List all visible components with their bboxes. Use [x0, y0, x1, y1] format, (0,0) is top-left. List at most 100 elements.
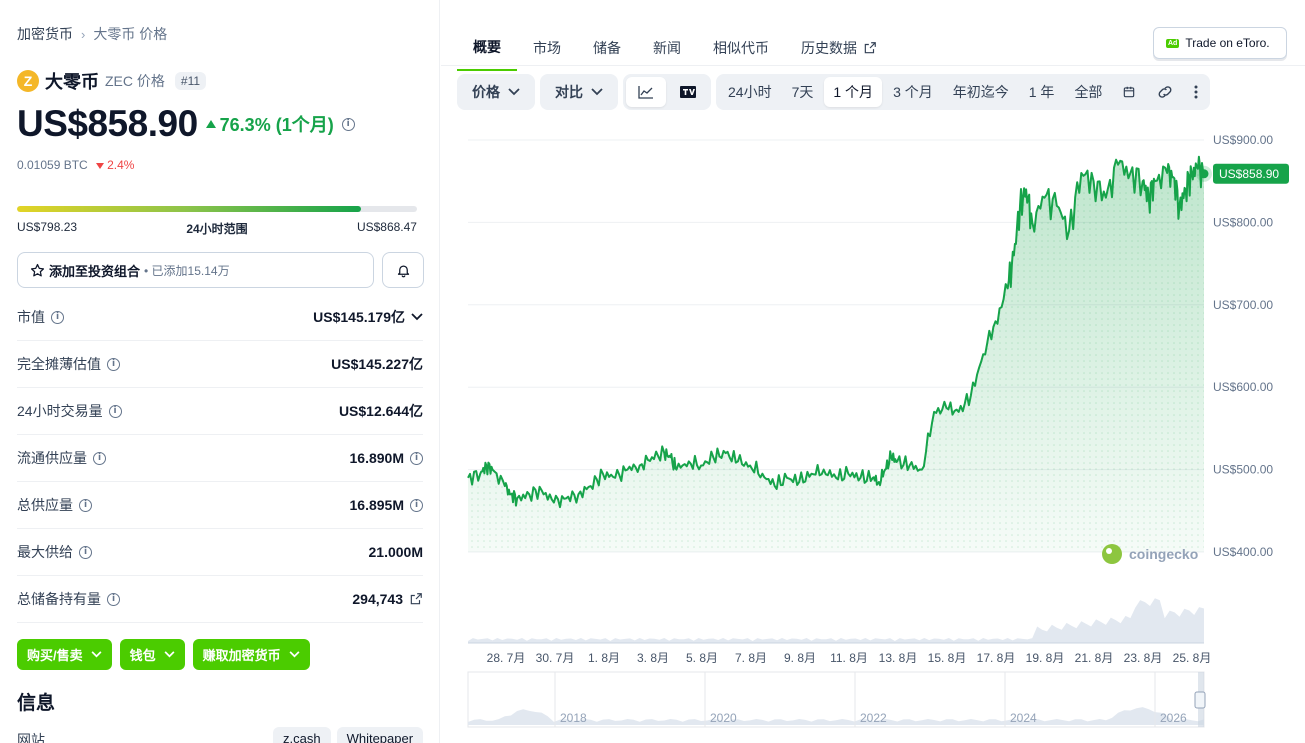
stat-label: 24小时交易量 [17, 403, 103, 419]
breadcrumb-root[interactable]: 加密货币 [17, 24, 73, 44]
info-icon[interactable]: i [107, 592, 120, 606]
range-low: US$798.23 [17, 220, 78, 234]
stat-value: 21.000M [368, 544, 423, 560]
price-dropdown-label: 价格 [472, 84, 500, 100]
current-price-marker: US$858.90 [1196, 163, 1289, 184]
stat-value: 16.890M [349, 450, 404, 466]
info-icon[interactable]: i [79, 498, 92, 512]
chevron-down-icon [508, 88, 520, 96]
etoro-label: Trade on eToro. [1185, 36, 1270, 50]
range-24h[interactable]: 24小时 [719, 77, 781, 107]
y-tick-label: US$700.00 [1213, 298, 1273, 312]
line-chart-button[interactable] [626, 77, 666, 107]
info-icon[interactable]: i [93, 451, 106, 465]
tab-label: 新闻 [653, 40, 681, 56]
info-icon[interactable]: i [79, 545, 92, 559]
info-icon[interactable]: i [108, 404, 122, 418]
y-axis-ticks: US$900.00 US$800.00 US$700.00 US$600.00 US$5… [1213, 133, 1273, 559]
range-high: US$868.47 [356, 220, 417, 234]
x-tick-label: 23. 8月 [1124, 651, 1163, 665]
info-icon[interactable]: i [51, 310, 64, 324]
x-tick-label: 3. 8月 [637, 651, 669, 665]
y-tick-label: US$500.00 [1213, 463, 1273, 477]
action-buttons: 购买/售卖 钱包 赚取加密货币 [17, 639, 310, 670]
compare-dropdown[interactable]: 对比 [540, 74, 618, 110]
price-alert-button[interactable] [382, 252, 424, 288]
whitepaper-link[interactable]: Whitepaper [336, 727, 424, 743]
info-icon[interactable]: i [107, 357, 120, 371]
breadcrumb: 加密货币 › 大零币 价格 [17, 24, 167, 44]
chevron-right-icon: › [81, 26, 86, 42]
chevron-down-icon [289, 651, 300, 658]
add-to-portfolio-button[interactable]: 添加至投资组合 • 已添加15.14万 [17, 252, 374, 288]
buy-sell-button[interactable]: 购买/售卖 [17, 639, 112, 670]
navigator-year-label: 2018 [560, 711, 587, 725]
btc-change: 2.4% [95, 158, 134, 172]
bell-icon [397, 265, 409, 277]
range-label: 24小时范围 [186, 222, 248, 236]
gecko-eye [1106, 548, 1112, 554]
chevron-down-icon[interactable] [411, 313, 423, 321]
x-tick-label: 5. 8月 [686, 651, 718, 665]
earn-crypto-label: 赚取加密货币 [202, 648, 281, 663]
watermark-label: coingecko [1129, 546, 1198, 562]
last-point [1199, 169, 1209, 179]
range-1y[interactable]: 1 年 [1020, 77, 1064, 107]
more-options-button[interactable] [1185, 77, 1207, 107]
rank-badge: #11 [174, 72, 207, 90]
stat-value: US$12.644亿 [338, 403, 423, 419]
info-icon[interactable]: i [410, 498, 423, 512]
stat-value: 294,743 [352, 591, 403, 607]
range-3m[interactable]: 3 个月 [884, 77, 942, 107]
etoro-ad-button[interactable]: Ad Trade on eToro. [1153, 27, 1287, 59]
wallet-button[interactable]: 钱包 [119, 639, 185, 670]
x-tick-label: 11. 8月 [830, 651, 868, 665]
price-dropdown[interactable]: 价格 [457, 74, 535, 110]
range-selector: 24小时 7天 1 个月 3 个月 年初迄今 1 年 全部 [716, 74, 1211, 110]
chevron-down-icon [91, 651, 102, 658]
stat-row: 市值 i US$145.179亿 [17, 294, 423, 341]
x-tick-label: 7. 8月 [735, 651, 767, 665]
price-change: 76.3% (1个月) [205, 111, 334, 137]
y-tick-label: US$600.00 [1213, 380, 1273, 394]
earn-crypto-button[interactable]: 赚取加密货币 [192, 639, 310, 670]
navigator-year-label: 2024 [1010, 711, 1037, 725]
tab-label: 市场 [533, 40, 561, 56]
website-link[interactable]: z.cash [273, 727, 331, 743]
tab-label: 概要 [473, 39, 501, 55]
chart-panel: 概要 市场 储备 新闻 相似代币 历史数据 Ad Trade on eToro.… [441, 0, 1305, 743]
website-links: z.cash Whitepaper [273, 727, 424, 743]
compare-dropdown-button[interactable]: 对比 [543, 77, 615, 107]
coin-header: Z 大零币 ZEC 价格 #11 [17, 68, 207, 94]
calendar-button[interactable] [1113, 77, 1145, 107]
y-tick-label: US$400.00 [1213, 545, 1273, 559]
buy-sell-label: 购买/售卖 [27, 648, 83, 663]
range-bar [17, 206, 417, 212]
x-tick-label: 28. 7月 [487, 651, 526, 665]
external-link-icon[interactable] [409, 592, 423, 606]
chevron-down-icon [591, 88, 603, 96]
range-1m[interactable]: 1 个月 [824, 77, 883, 107]
x-tick-label: 15. 8月 [928, 651, 967, 665]
price-dropdown-button[interactable]: 价格 [460, 77, 532, 107]
link-icon [1158, 86, 1172, 98]
range-ytd[interactable]: 年初迄今 [944, 77, 1018, 107]
range-navigator[interactable]: 2018 2020 2022 2024 2026 [467, 671, 1206, 728]
tradingview-button[interactable] [668, 77, 708, 107]
star-icon [30, 263, 45, 276]
btc-price-row: 0.01059 BTC 2.4% [17, 158, 134, 172]
current-price: US$858.90 [17, 103, 198, 144]
share-link-button[interactable] [1147, 77, 1183, 107]
price-change-value: 76.3% (1个月) [219, 115, 334, 135]
range-all[interactable]: 全部 [1065, 77, 1111, 107]
add-to-portfolio-label: 添加至投资组合 [49, 263, 141, 279]
calendar-icon [1124, 86, 1135, 98]
navigator-year-label: 2022 [860, 711, 887, 725]
coin-symbol: ZEC 价格 [105, 73, 165, 89]
price-chart[interactable]: US$900.00 US$800.00 US$700.00 US$600.00 US$5… [441, 120, 1305, 743]
info-icon[interactable]: i [341, 117, 355, 131]
range-7d[interactable]: 7天 [783, 77, 823, 107]
stat-row: 完全摊薄估值 i US$145.227亿 [17, 341, 423, 388]
info-icon[interactable]: i [410, 451, 423, 465]
x-axis-ticks: 28. 7月 30. 7月 1. 8月 3. 8月 5. 8月 7. 8月 9. 8月 11.… [487, 651, 1212, 665]
